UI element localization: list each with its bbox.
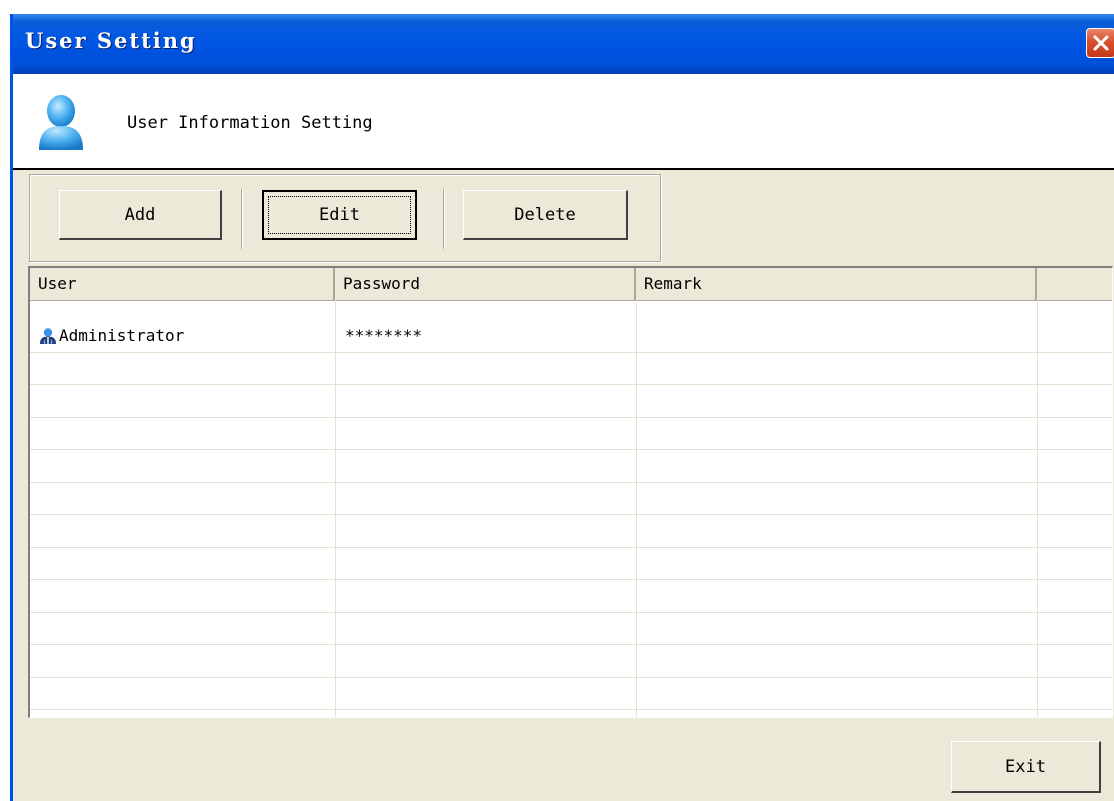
header-panel: User Information Setting [13, 74, 1114, 170]
grid-line [30, 384, 1112, 385]
column-header-extra[interactable] [1037, 268, 1112, 300]
list-header: User Password Remark [30, 268, 1112, 301]
delete-button[interactable]: Delete [463, 190, 628, 240]
add-button-label: Add [124, 204, 156, 225]
column-header-password[interactable]: Password [335, 268, 636, 300]
toolbar-separator [443, 189, 445, 249]
grid-line [1037, 300, 1038, 717]
footer: Exit [13, 722, 1114, 801]
grid-line [30, 449, 1112, 450]
grid-line [30, 612, 1112, 613]
window-title: User Setting [25, 28, 197, 53]
edit-button[interactable]: Edit [262, 190, 417, 240]
grid-line [30, 579, 1112, 580]
user-icon [40, 328, 56, 344]
toolbar-separator [241, 189, 243, 249]
table-row[interactable]: Administrator ******** [30, 320, 1112, 352]
grid-line [30, 417, 1112, 418]
grid-line [30, 352, 1112, 353]
grid-line [30, 644, 1112, 645]
exit-button[interactable]: Exit [951, 741, 1101, 793]
add-button[interactable]: Add [59, 190, 222, 240]
grid-line [335, 300, 336, 717]
user-setting-window: User Setting User Information Setting Ad… [10, 14, 1114, 801]
delete-button-label: Delete [514, 204, 576, 225]
grid-line [30, 514, 1112, 515]
exit-button-label: Exit [1005, 756, 1046, 777]
column-header-user[interactable]: User [30, 268, 335, 300]
user-icon [39, 95, 83, 150]
close-icon [1093, 35, 1109, 51]
toolbar: Add Edit Delete [29, 174, 661, 262]
close-button[interactable] [1086, 28, 1114, 58]
user-list[interactable]: User Password Remark Administrator *****… [28, 266, 1113, 718]
column-header-remark[interactable]: Remark [636, 268, 1037, 300]
header-title: User Information Setting [127, 113, 373, 133]
grid-line [30, 482, 1112, 483]
cell-password: ******** [345, 326, 423, 345]
grid-line [30, 709, 1112, 710]
title-bar[interactable]: User Setting [13, 14, 1114, 74]
grid-line [30, 677, 1112, 678]
focus-ring [268, 196, 411, 234]
cell-user: Administrator [59, 326, 185, 345]
grid-line [30, 547, 1112, 548]
grid-line [636, 300, 637, 717]
